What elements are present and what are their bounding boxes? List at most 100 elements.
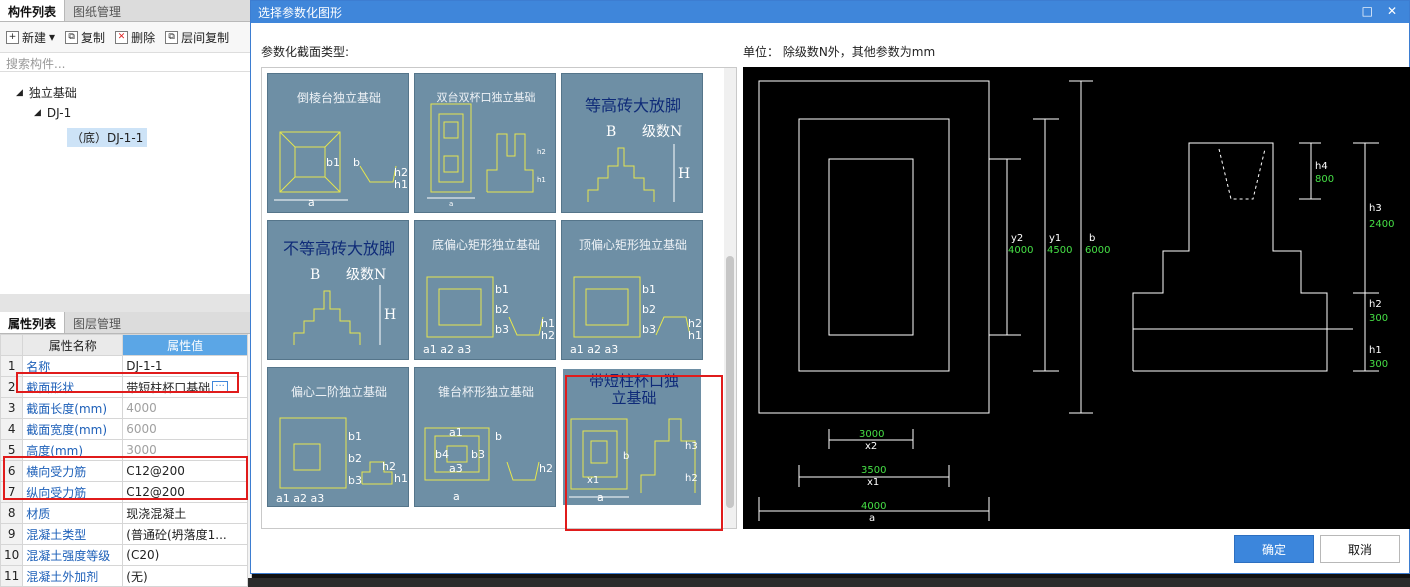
svg-text:b4: b4 [435,448,449,461]
svg-text:B: B [310,267,320,283]
tree-node-child[interactable]: ◢ DJ-1 [34,106,71,120]
dialog-title: 选择参数化图形 [251,1,1409,23]
svg-text:h1: h1 [394,472,408,485]
floor-copy-icon: ⧉ [165,30,179,44]
parametric-shape-dialog: 选择参数化图形 □ ✕ 参数化截面类型: 单位： 除级数N外，其他参数为mm a… [250,0,1410,574]
svg-text:b1: b1 [495,283,509,296]
svg-text:b3: b3 [348,474,362,487]
svg-text:x1: x1 [867,477,879,488]
dim-h1: 300 [1369,359,1388,370]
svg-text:a: a [449,200,453,208]
svg-text:h1: h1 [688,329,702,342]
svg-text:h2: h2 [1369,299,1382,310]
tab-layer-management[interactable]: 图层管理 [65,312,129,333]
table-header: 属性名称 属性值 [0,334,248,356]
preview-drawing: y2 4000 y1 4500 b 6000 3000 x2 3500 x1 4… [758,80,1394,524]
expand-icon[interactable]: ◢ [16,88,23,98]
highlight-rebar-rows [3,456,248,500]
table-row[interactable]: 4 截面宽度(mm) 6000 [0,418,248,440]
svg-text:B: B [606,124,616,140]
svg-text:b: b [495,430,502,443]
svg-text:级数N: 级数N [346,267,386,283]
svg-text:b2: b2 [495,303,509,316]
svg-text:h1: h1 [537,176,546,184]
shape-card-2[interactable]: a h2 h1 双台双杯口独立基础 [414,73,556,213]
svg-text:a1: a1 [449,426,463,439]
shape-title: 顶偏心矩形独立基础 [578,238,687,252]
svg-text:b3: b3 [642,323,656,336]
column-name: 属性名称 [22,334,124,356]
shape-title: 双台双杯口独立基础 [436,91,536,104]
shape-title: 底偏心矩形独立基础 [431,238,540,252]
unit-label: 单位： 除级数N外，其他参数为mm [743,45,936,59]
svg-text:H: H [384,307,396,323]
shape-card-3[interactable]: B 级数N H 等高砖大放脚 [561,73,703,213]
svg-text:h2: h2 [539,462,553,475]
tree-node-leaf[interactable]: （底）DJ-1-1 [67,128,148,147]
shape-preview: y2 4000 y1 4500 b 6000 3000 x2 3500 x1 4… [743,67,1410,529]
svg-text:b3: b3 [495,323,509,336]
tab-component-list[interactable]: 构件列表 [0,0,66,21]
shape-title: 不等高砖大放脚 [282,239,395,258]
svg-text:h2: h2 [537,148,546,156]
table-row[interactable]: 9 混凝土类型 (普通砼(坍落度1... [0,523,248,545]
drawing-area-strip [252,574,1410,578]
delete-button[interactable]: ✕ 删除 [115,29,155,46]
svg-text:h1: h1 [394,178,408,191]
tab-drawing-management[interactable]: 图纸管理 [65,0,129,21]
shape-card-1[interactable]: a b1 b h2 h1 倒棱台独立基础 [267,73,409,213]
tab-property-list[interactable]: 属性列表 [0,312,66,333]
shape-card-4[interactable]: B 级数N H 不等高砖大放脚 [267,220,409,360]
close-icon[interactable]: ✕ [1387,4,1397,18]
shape-title: 等高砖大放脚 [584,96,681,115]
svg-text:x2: x2 [865,441,877,452]
floor-copy-button[interactable]: ⧉ 层间复制 [165,29,229,46]
svg-text:h4: h4 [1315,161,1328,172]
table-row[interactable]: 10 混凝土强度等级 (C20) [0,544,248,566]
shape-card-6[interactable]: a1 a2 a3 b1 b2 b3 h2 h1 顶偏心矩形独立基础 [561,220,703,360]
svg-text:a3: a3 [449,462,463,475]
search-input[interactable]: 搜索构件... [0,52,251,72]
gallery-scrollbar[interactable] [724,68,736,528]
new-icon: + [6,30,19,44]
new-button[interactable]: + 新建 ▾ [6,29,55,46]
svg-text:a1 a2 a3: a1 a2 a3 [423,343,471,356]
expand-icon[interactable]: ◢ [34,108,41,118]
dim-b: 6000 [1085,245,1110,256]
svg-text:b1: b1 [642,283,656,296]
svg-text:b2: b2 [348,452,362,465]
tree-node-root[interactable]: ◢ 独立基础 [16,84,77,101]
dim-h4: 800 [1315,174,1334,185]
svg-text:h1: h1 [1369,345,1382,356]
svg-text:a1 a2 a3: a1 a2 a3 [570,343,618,356]
copy-icon: ⧉ [65,30,79,44]
component-toolbar: + 新建 ▾ ⧉ 复制 ✕ 删除 ⧉ 层间复制 [0,22,251,52]
cancel-button[interactable]: 取消 [1320,535,1400,563]
delete-icon: ✕ [115,30,129,44]
table-row[interactable]: 11 混凝土外加剂 (无) [0,565,248,587]
scrollbar-thumb[interactable] [726,256,734,508]
dim-x2: 3000 [859,429,884,440]
svg-text:级数N: 级数N [642,124,682,140]
shape-card-8[interactable]: a1 b4 b3 a3 a b h2 锥台杯形独立基础 [414,367,556,507]
chevron-down-icon[interactable]: ▾ [49,30,55,44]
svg-text:b: b [353,156,360,169]
svg-text:a1 a2 a3: a1 a2 a3 [276,492,324,505]
shape-card-5[interactable]: a1 a2 a3 b1 b2 b3 h1 h2 底偏心矩形独立基础 [414,220,556,360]
table-row[interactable]: 3 截面长度(mm) 4000 [0,397,248,419]
shape-title: 倒棱台独立基础 [296,91,381,105]
shape-card-7[interactable]: a1 a2 a3 b1 b2 b3 h2 h1 偏心二阶独立基础 [267,367,409,507]
component-tree: ◢ 独立基础 ◢ DJ-1 （底）DJ-1-1 [0,72,251,294]
ok-button[interactable]: 确定 [1234,535,1314,563]
svg-text:a: a [308,196,315,209]
maximize-icon[interactable]: □ [1362,4,1373,18]
column-value: 属性值 [122,334,248,356]
dim-a: 4000 [861,501,886,512]
shape-title: 偏心二阶独立基础 [290,385,387,399]
svg-text:b: b [1089,233,1095,244]
copy-button[interactable]: ⧉ 复制 [65,29,105,46]
table-row[interactable]: 8 材质 现浇混凝土 [0,502,248,524]
svg-text:a: a [453,490,460,503]
panel-splitter[interactable] [0,294,251,312]
svg-text:y2: y2 [1011,233,1023,244]
